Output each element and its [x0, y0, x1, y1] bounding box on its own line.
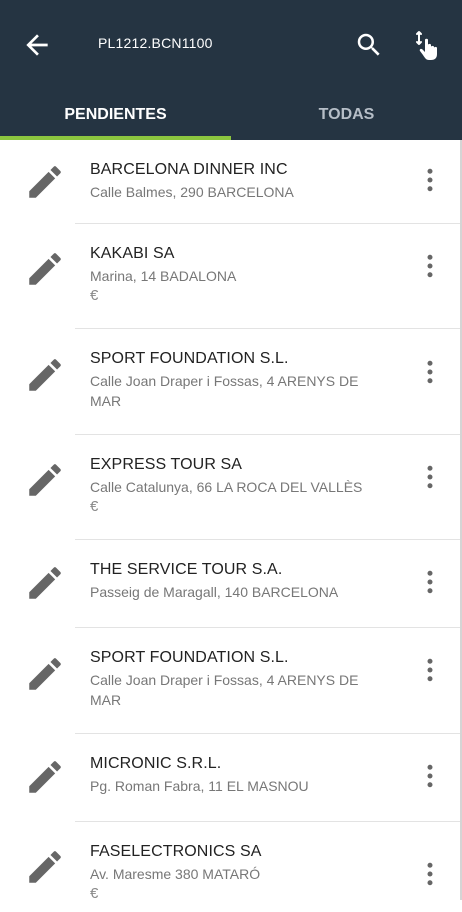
client-address: Av. Maresme 380 MATARÓ — [90, 866, 261, 882]
more-vert-icon[interactable] — [415, 758, 445, 794]
client-info: SPORT FOUNDATION S.L. Calle Joan Draper … — [90, 348, 390, 411]
euro-indicator: € — [90, 287, 99, 304]
list-item[interactable]: EXPRESS TOUR SA Calle Catalunya, 66 LA R… — [0, 435, 462, 540]
tab-bar: PENDIENTES TODAS — [0, 90, 462, 140]
client-name: EXPRESS TOUR SA — [90, 456, 243, 473]
list-item[interactable]: KAKABI SA Marina, 14 BADALONA € — [0, 224, 462, 329]
tab-todas[interactable]: TODAS — [231, 90, 462, 140]
pencil-icon — [29, 253, 61, 285]
page-title: PL1212.BCN1100 — [98, 35, 213, 51]
client-address: Calle Balmes, 290 BARCELONA — [90, 184, 294, 200]
list-item[interactable]: SPORT FOUNDATION S.L. Calle Joan Draper … — [0, 329, 462, 435]
client-name: BARCELONA DINNER INC — [90, 161, 288, 178]
more-vert-icon[interactable] — [415, 162, 445, 198]
more-vert-icon[interactable] — [415, 652, 445, 688]
more-vert-icon[interactable] — [415, 856, 445, 892]
more-vert-icon[interactable] — [415, 354, 445, 390]
list-item[interactable]: SPORT FOUNDATION S.L. Calle Joan Draper … — [0, 628, 462, 734]
pencil-icon — [29, 464, 61, 496]
client-address: Passeig de Maragall, 140 BARCELONA — [90, 584, 339, 600]
client-name: THE SERVICE TOUR S.A. — [90, 561, 283, 578]
search-icon — [357, 33, 380, 56]
client-address: Calle Catalunya, 66 LA ROCA DEL VALLÈS — [90, 479, 363, 495]
pencil-icon — [29, 166, 61, 198]
client-info: FASELECTRONICS SA Av. Maresme 380 MATARÓ… — [90, 841, 390, 903]
more-vert-icon[interactable] — [415, 248, 445, 284]
client-address: Calle Joan Draper i Fossas, 4 ARENYS DE … — [90, 373, 359, 409]
client-name: MICRONIC S.R.L. — [90, 755, 222, 772]
pencil-icon — [29, 658, 61, 690]
back-button[interactable] — [21, 29, 53, 61]
tab-pendientes[interactable]: PENDIENTES — [0, 90, 231, 140]
client-list: BARCELONA DINNER INC Calle Balmes, 290 B… — [0, 140, 462, 912]
touch-select-icon — [416, 31, 437, 60]
client-info: SPORT FOUNDATION S.L. Calle Joan Draper … — [90, 647, 390, 710]
euro-indicator: € — [90, 498, 99, 515]
client-info: KAKABI SA Marina, 14 BADALONA € — [90, 243, 390, 305]
list-item[interactable]: MICRONIC S.R.L. Pg. Roman Fabra, 11 EL M… — [0, 734, 462, 822]
more-vert-icon[interactable] — [415, 564, 445, 600]
client-info: EXPRESS TOUR SA Calle Catalunya, 66 LA R… — [90, 454, 390, 516]
client-name: SPORT FOUNDATION S.L. — [90, 350, 289, 367]
app-bar: PL1212.BCN1100 PENDIENTES TODAS — [0, 0, 462, 140]
client-address: Marina, 14 BADALONA — [90, 268, 237, 284]
arrow-back-icon — [26, 34, 48, 56]
more-vert-icon[interactable] — [415, 459, 445, 495]
client-address: Pg. Roman Fabra, 11 EL MASNOU — [90, 778, 309, 794]
euro-indicator: € — [90, 885, 99, 902]
pencil-icon — [29, 567, 61, 599]
list-item[interactable]: FASELECTRONICS SA Av. Maresme 380 MATARÓ… — [0, 822, 462, 912]
toolbar: PL1212.BCN1100 — [0, 0, 462, 90]
list-item[interactable]: BARCELONA DINNER INC Calle Balmes, 290 B… — [0, 140, 462, 224]
list-item[interactable]: THE SERVICE TOUR S.A. Passeig de Maragal… — [0, 540, 462, 628]
pencil-icon — [29, 359, 61, 391]
pencil-icon — [29, 851, 61, 883]
touch-select-button[interactable] — [411, 28, 445, 62]
client-info: THE SERVICE TOUR S.A. Passeig de Maragal… — [90, 559, 390, 602]
client-address: Calle Joan Draper i Fossas, 4 ARENYS DE … — [90, 672, 359, 708]
pencil-icon — [29, 761, 61, 793]
client-info: BARCELONA DINNER INC Calle Balmes, 290 B… — [90, 159, 390, 202]
client-name: KAKABI SA — [90, 245, 175, 262]
client-name: FASELECTRONICS SA — [90, 843, 262, 860]
search-button[interactable] — [354, 30, 384, 60]
client-name: SPORT FOUNDATION S.L. — [90, 649, 289, 666]
client-info: MICRONIC S.R.L. Pg. Roman Fabra, 11 EL M… — [90, 753, 390, 796]
